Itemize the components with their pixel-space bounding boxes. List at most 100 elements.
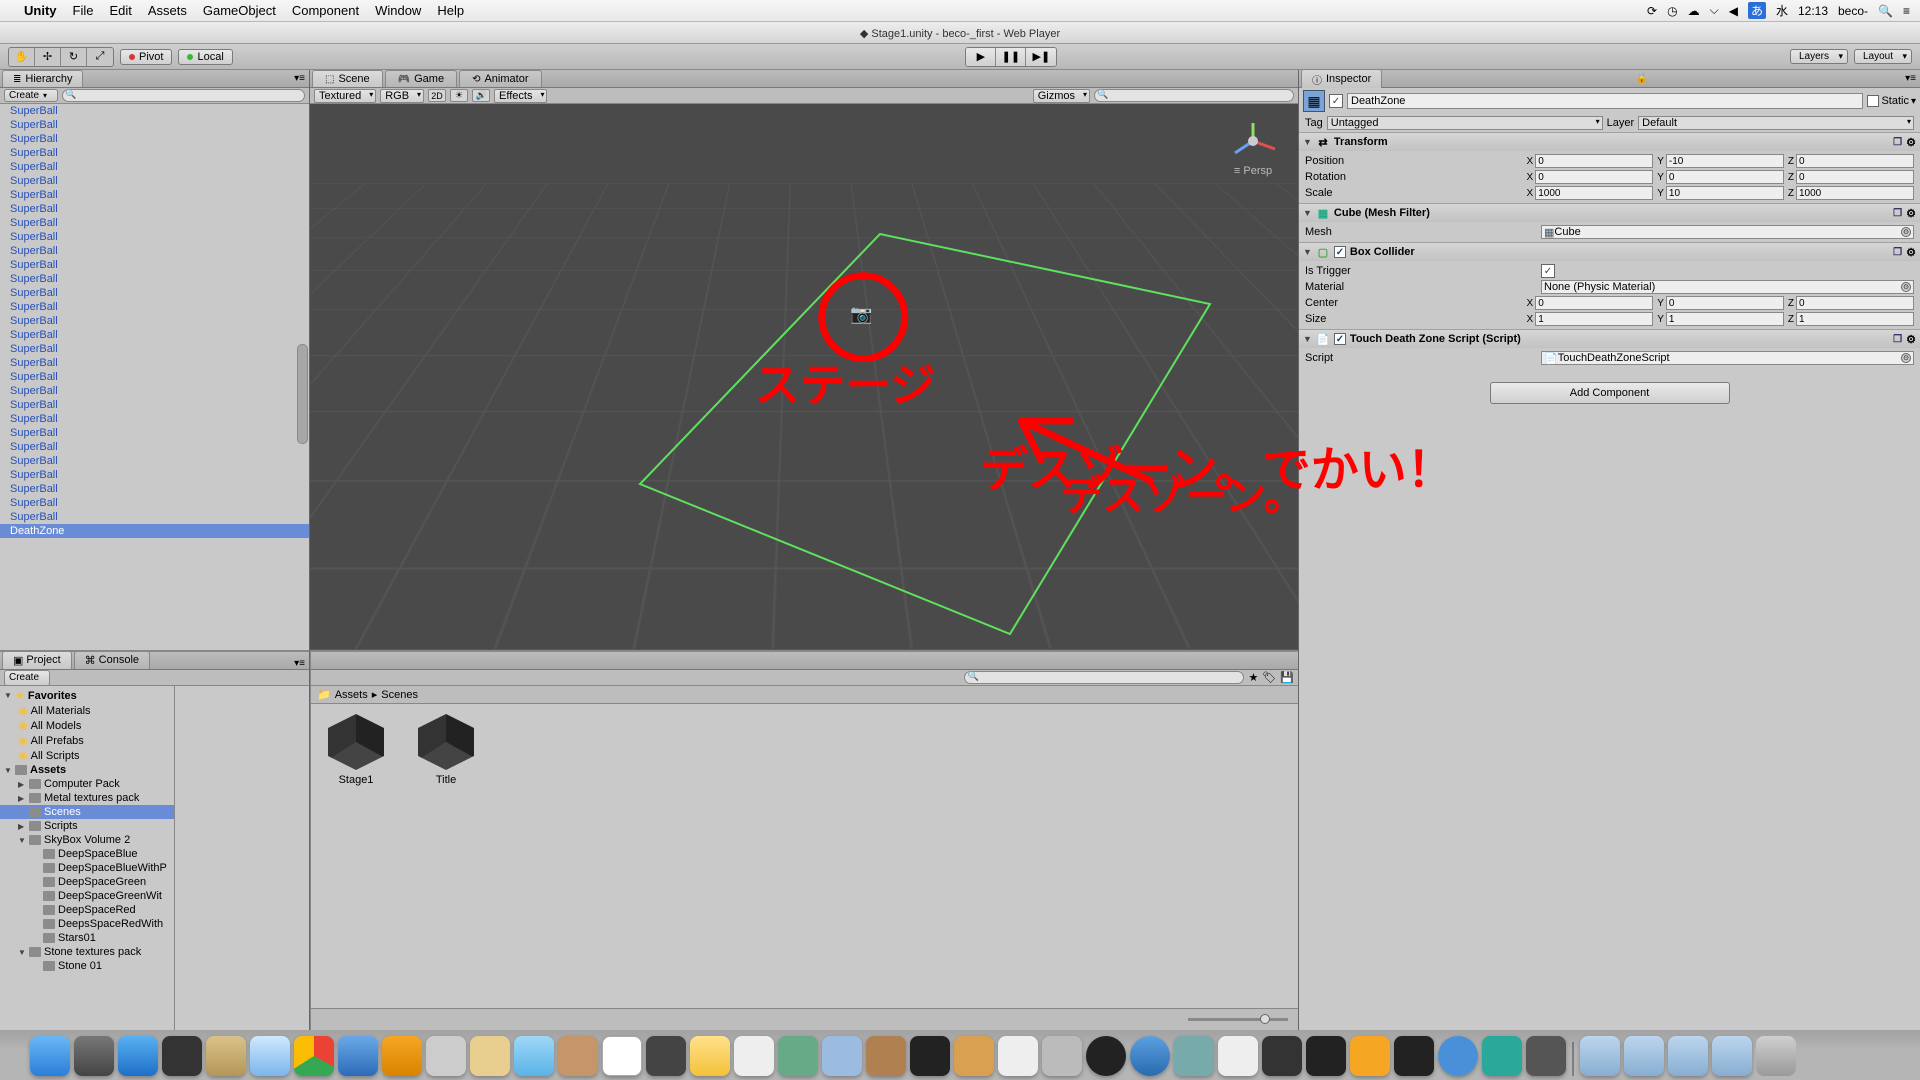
tray-spotlight-icon[interactable]: 🔍 [1878, 4, 1893, 18]
scale-z-input[interactable] [1796, 186, 1914, 200]
dock-finder-icon[interactable] [30, 1036, 70, 1076]
scene-effects-dropdown[interactable]: Effects [494, 89, 547, 103]
asset-size-slider[interactable] [1188, 1018, 1288, 1021]
project-filter-3[interactable]: 💾 [1280, 671, 1294, 684]
hierarchy-item[interactable]: SuperBall [0, 258, 309, 272]
script-gear-icon[interactable]: ⚙ [1906, 333, 1916, 346]
dock-app-icon[interactable] [426, 1036, 466, 1076]
scale-tool-button[interactable]: ⤢ [87, 48, 113, 66]
tree-row[interactable]: ▶Scripts [0, 819, 174, 833]
dock-notes-icon[interactable] [690, 1036, 730, 1076]
scene-audio-toggle[interactable]: 🔊 [472, 89, 490, 102]
dock-app-icon[interactable] [1262, 1036, 1302, 1076]
hierarchy-item[interactable]: SuperBall [0, 412, 309, 426]
dock-quicktime-icon[interactable] [1130, 1036, 1170, 1076]
hierarchy-item-selected[interactable]: DeathZone [0, 524, 309, 538]
hierarchy-item[interactable]: SuperBall [0, 468, 309, 482]
boxcollider-enabled-checkbox[interactable]: ✓ [1334, 246, 1346, 258]
tree-row[interactable]: Stone 01 [0, 959, 174, 973]
persp-label[interactable]: ≡ Persp [1223, 165, 1283, 177]
size-x-input[interactable] [1535, 312, 1653, 326]
dock-dashboard-icon[interactable] [162, 1036, 202, 1076]
tab-game[interactable]: 🎮Game [385, 70, 457, 87]
tray-input-icon[interactable]: あ [1748, 2, 1766, 19]
istrigger-checkbox[interactable]: ✓ [1541, 264, 1555, 278]
tree-row[interactable]: ▶Computer Pack [0, 777, 174, 791]
physmat-field[interactable]: None (Physic Material)⊙ [1541, 280, 1914, 294]
tree-row[interactable]: ◉All Materials [0, 703, 174, 718]
dock-app-icon[interactable] [1482, 1036, 1522, 1076]
dock-app-icon[interactable] [1042, 1036, 1082, 1076]
hierarchy-item[interactable]: SuperBall [0, 132, 309, 146]
dock-unity-icon[interactable] [1306, 1036, 1346, 1076]
dock-trash-icon[interactable] [1756, 1036, 1796, 1076]
scene-render-dropdown[interactable]: RGB [380, 89, 424, 103]
hierarchy-item[interactable]: SuperBall [0, 244, 309, 258]
menu-app[interactable]: Unity [24, 3, 57, 18]
dock-app-icon[interactable] [1526, 1036, 1566, 1076]
add-component-button[interactable]: Add Component [1490, 382, 1730, 404]
meshfilter-foldout[interactable]: ▼ [1303, 208, 1312, 218]
breadcrumb-assets[interactable]: Assets [335, 689, 368, 701]
pause-button[interactable]: ❚❚ [996, 48, 1026, 66]
dock-calendar-icon[interactable] [602, 1036, 642, 1076]
tray-wifi-icon[interactable]: ⌵ [1710, 3, 1719, 18]
menu-window[interactable]: Window [375, 3, 421, 18]
project-tab[interactable]: ▣Project [2, 651, 72, 669]
orientation-gizmo[interactable]: ≡ Persp [1223, 119, 1283, 177]
tree-row[interactable]: ◉All Scripts [0, 748, 174, 763]
size-y-input[interactable] [1666, 312, 1784, 326]
tray-clock-icon[interactable]: ◷ [1667, 4, 1677, 18]
scene-2d-toggle[interactable]: 2D [428, 89, 446, 102]
meshfilter-gear-icon[interactable]: ⚙ [1906, 207, 1916, 220]
project-breadcrumb[interactable]: 📁 Assets ▸ Scenes [311, 686, 1298, 704]
meshfilter-help-icon[interactable]: ❐ [1893, 208, 1902, 219]
local-toggle[interactable]: Local [178, 49, 232, 65]
menu-component[interactable]: Component [292, 3, 359, 18]
dock-app-icon[interactable] [866, 1036, 906, 1076]
hierarchy-item[interactable]: SuperBall [0, 314, 309, 328]
tree-row[interactable]: DeepsSpaceRedWith [0, 917, 174, 931]
dock-app-icon[interactable] [1350, 1036, 1390, 1076]
hierarchy-search-input[interactable] [62, 89, 305, 102]
boxcollider-foldout[interactable]: ▼ [1303, 247, 1312, 257]
dock-itunes-icon[interactable] [338, 1036, 378, 1076]
asset-stage1[interactable]: Stage1 [321, 714, 391, 998]
position-z-input[interactable] [1796, 154, 1914, 168]
project-options-icon[interactable]: ▾≡ [294, 658, 305, 669]
hierarchy-item[interactable]: SuperBall [0, 370, 309, 384]
menu-file[interactable]: File [73, 3, 94, 18]
dock-appstore-icon[interactable] [118, 1036, 158, 1076]
tag-dropdown[interactable]: Untagged [1327, 116, 1603, 130]
size-z-input[interactable] [1796, 312, 1914, 326]
inspector-lock-icon[interactable]: 🔒 [1635, 73, 1647, 84]
layers-dropdown[interactable]: Layers [1790, 49, 1848, 64]
tray-volume-icon[interactable]: ◀ [1729, 4, 1738, 18]
hierarchy-item[interactable]: SuperBall [0, 146, 309, 160]
step-button[interactable]: ▶❚ [1026, 48, 1056, 66]
menu-edit[interactable]: Edit [109, 3, 131, 18]
script-help-icon[interactable]: ❐ [1893, 334, 1902, 345]
dock-reminders-icon[interactable] [646, 1036, 686, 1076]
menu-help[interactable]: Help [437, 3, 464, 18]
dock-app-icon[interactable] [822, 1036, 862, 1076]
scene-view[interactable]: 📷 ≡ Persp ステージ デスゾーン。でかい！ [310, 104, 1298, 650]
center-y-input[interactable] [1666, 296, 1784, 310]
hierarchy-item[interactable]: SuperBall [0, 384, 309, 398]
tree-row[interactable]: DeepSpaceRed [0, 903, 174, 917]
scene-search-input[interactable] [1094, 89, 1294, 102]
tree-row[interactable]: ◉All Models [0, 718, 174, 733]
hierarchy-item[interactable]: SuperBall [0, 328, 309, 342]
hierarchy-item[interactable]: SuperBall [0, 398, 309, 412]
gameobject-active-checkbox[interactable]: ✓ [1329, 94, 1343, 108]
console-tab[interactable]: ⌘Console [74, 651, 150, 669]
object-picker-icon[interactable]: ⊙ [1901, 353, 1911, 363]
inspector-options-icon[interactable]: ▾≡ [1905, 73, 1916, 84]
project-tree[interactable]: ▼★Favorites◉All Materials◉All Models◉All… [0, 686, 175, 1030]
hierarchy-item[interactable]: SuperBall [0, 342, 309, 356]
tree-row[interactable]: Stars01 [0, 931, 174, 945]
hierarchy-item[interactable]: SuperBall [0, 104, 309, 118]
dock-app-icon[interactable] [1086, 1036, 1126, 1076]
hierarchy-tab[interactable]: ≣Hierarchy [2, 70, 83, 87]
static-checkbox[interactable]: Static ▾ [1867, 95, 1916, 107]
